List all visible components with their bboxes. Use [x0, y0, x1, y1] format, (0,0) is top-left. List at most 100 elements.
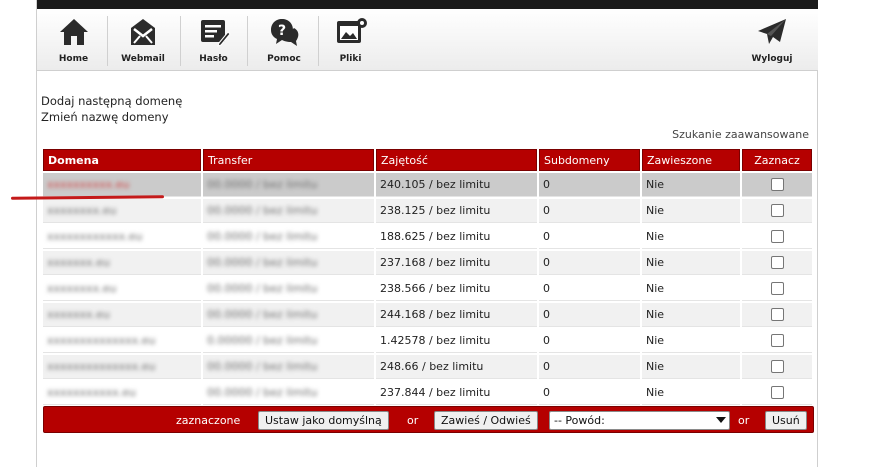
table-row[interactable]: xxxxxxx.eu 00.0000 / bez limitu 237.168 / … [43, 251, 812, 275]
usage-cell-text: 188.625 / bez limitu [380, 230, 491, 243]
subdomains-cell: 0 [539, 329, 640, 353]
domain-cell[interactable]: xxxxxxxxxxxxxx.eu [43, 355, 201, 379]
table-row[interactable]: xxxxxxxx.eu 00.0000 / bez limitu 238.125 /… [43, 199, 812, 223]
toolbar-password-button[interactable]: Hasło [186, 9, 241, 71]
select-cell [742, 173, 812, 197]
usage-cell-text: 238.566 / bez limitu [380, 282, 491, 295]
transfer-cell-text: 00.0000 / bez limitu [207, 256, 318, 269]
transfer-cell: 00.0000 / bez limitu [203, 381, 374, 405]
advanced-search-link[interactable]: Szukanie zaawansowane [672, 128, 809, 141]
table-row[interactable]: xxxxxxx.eu 00.0000 / bez limitu 244.168 / … [43, 303, 812, 327]
column-header-domain[interactable]: Domena [43, 149, 201, 171]
select-cell [742, 199, 812, 223]
toolbar-webmail-button[interactable]: Webmail [113, 9, 173, 71]
subdomains-cell-text: 0 [543, 256, 550, 269]
toolbar-logout-label: Wyloguj [751, 54, 793, 64]
subdomains-cell-text: 0 [543, 178, 550, 191]
table-row[interactable]: xxxxxxxxxxxx.eu 00.0000 / bez limitu 188.6… [43, 225, 812, 249]
column-header-transfer[interactable]: Transfer [203, 149, 374, 171]
table-row[interactable]: xxxxxxxxxx.eu 00.0000 / bez limitu 240.105… [43, 173, 812, 197]
table-row[interactable]: xxxxxxxxxxxxxx.eu 0.00000 / bez limitu 1.4… [43, 329, 812, 353]
suspend-toggle-button[interactable]: Zawieś / Odwieś [434, 411, 538, 430]
bulk-actions-bar: zaznaczone Ustaw jako domyślną or Zawieś… [43, 406, 814, 433]
subdomains-cell-text: 0 [543, 386, 550, 399]
select-cell [742, 225, 812, 249]
rename-domain-link[interactable]: Zmień nazwę domeny [41, 109, 182, 125]
toolbar-files-button[interactable]: Pliki [323, 9, 378, 71]
table-row[interactable]: xxxxxxxx.eu 00.0000 / bez limitu 238.566 /… [43, 277, 812, 301]
column-header-suspended[interactable]: Zawieszone [642, 149, 740, 171]
or-label: or [407, 414, 419, 427]
domain-cell[interactable]: xxxxxxxx.eu [43, 199, 201, 223]
row-select-checkbox[interactable] [770, 386, 784, 400]
table-row[interactable]: xxxxxxxxxxx.eu 00.0000 / bez limitu 237.84… [43, 381, 812, 405]
transfer-cell-text: 00.0000 / bez limitu [207, 360, 318, 373]
suspended-cell: Nie [642, 251, 740, 275]
toolbar-help-button[interactable]: ? Pomoc [255, 9, 313, 71]
delete-button[interactable]: Usuń [765, 411, 807, 430]
toolbar-separator [247, 16, 248, 66]
usage-cell: 248.66 / bez limitu [376, 355, 537, 379]
suspended-cell: Nie [642, 303, 740, 327]
row-select-checkbox[interactable] [770, 204, 784, 218]
subdomains-cell: 0 [539, 199, 640, 223]
toolbar-separator [107, 16, 108, 66]
suspend-reason-value: -- Powód: [554, 414, 605, 427]
suspended-cell-text: Nie [646, 256, 665, 269]
select-cell [742, 303, 812, 327]
row-select-checkbox[interactable] [770, 334, 784, 348]
row-select-checkbox[interactable] [770, 256, 784, 270]
toolbar-logout-button[interactable]: Wyloguj [742, 9, 802, 71]
toolbar-home-label: Home [58, 54, 89, 64]
subdomains-cell: 0 [539, 303, 640, 327]
toolbar-separator [318, 16, 319, 66]
toolbar-password-label: Hasło [199, 54, 228, 64]
usage-cell-text: 237.844 / bez limitu [380, 386, 491, 399]
row-select-checkbox[interactable] [770, 308, 784, 322]
suspended-cell-text: Nie [646, 386, 665, 399]
domain-cell[interactable]: xxxxxxxxxxxxxx.eu [43, 329, 201, 353]
or-label: or [738, 414, 750, 427]
set-default-button[interactable]: Ustaw jako domyślną [258, 411, 389, 430]
usage-cell: 240.105 / bez limitu [376, 173, 537, 197]
suspend-reason-select[interactable]: -- Powód: [549, 411, 730, 430]
domain-cell[interactable]: xxxxxxxxxxxx.eu [43, 225, 201, 249]
usage-cell-text: 248.66 / bez limitu [380, 360, 484, 373]
toolbar-home-button[interactable]: Home [46, 9, 101, 71]
chevron-down-icon [716, 417, 726, 423]
domain-links: Dodaj następną domenę Zmień nazwę domeny [41, 93, 182, 125]
table-row[interactable]: xxxxxxxxxxxxxx.eu 00.0000 / bez limitu 248… [43, 355, 812, 379]
column-header-subdomains[interactable]: Subdomeny [539, 149, 640, 171]
transfer-cell: 00.0000 / bez limitu [203, 251, 374, 275]
usage-cell: 237.168 / bez limitu [376, 251, 537, 275]
domain-cell[interactable]: xxxxxxx.eu [43, 251, 201, 275]
files-icon [336, 18, 367, 43]
subdomains-cell: 0 [539, 225, 640, 249]
transfer-cell-text: 00.0000 / bez limitu [207, 204, 318, 217]
domain-cell-text: xxxxxxxx.eu [47, 282, 117, 295]
subdomains-cell: 0 [539, 355, 640, 379]
subdomains-cell-text: 0 [543, 308, 550, 321]
svg-text:?: ? [278, 23, 286, 39]
domain-cell[interactable]: xxxxxxxx.eu [43, 277, 201, 301]
transfer-cell-text: 0.00000 / bez limitu [207, 334, 318, 347]
transfer-cell: 00.0000 / bez limitu [203, 277, 374, 301]
column-header-usage[interactable]: Zajętość [376, 149, 537, 171]
envelope-icon [131, 19, 155, 45]
usage-cell: 238.125 / bez limitu [376, 199, 537, 223]
row-select-checkbox[interactable] [770, 230, 784, 244]
domain-cell[interactable]: xxxxxxx.eu [43, 303, 201, 327]
row-select-checkbox[interactable] [770, 360, 784, 374]
transfer-cell: 00.0000 / bez limitu [203, 303, 374, 327]
suspended-cell: Nie [642, 199, 740, 223]
row-select-checkbox[interactable] [770, 178, 784, 192]
toolbar-separator [180, 16, 181, 66]
usage-cell-text: 1.42578 / bez limitu [380, 334, 491, 347]
transfer-cell-text: 00.0000 / bez limitu [207, 386, 318, 399]
subdomains-cell-text: 0 [543, 334, 550, 347]
row-select-checkbox[interactable] [770, 282, 784, 296]
domain-cell-text: xxxxxxx.eu [47, 308, 110, 321]
add-domain-link[interactable]: Dodaj następną domenę [41, 93, 182, 109]
domain-cell[interactable]: xxxxxxxxxx.eu [43, 173, 201, 197]
domain-cell[interactable]: xxxxxxxxxxx.eu [43, 381, 201, 405]
